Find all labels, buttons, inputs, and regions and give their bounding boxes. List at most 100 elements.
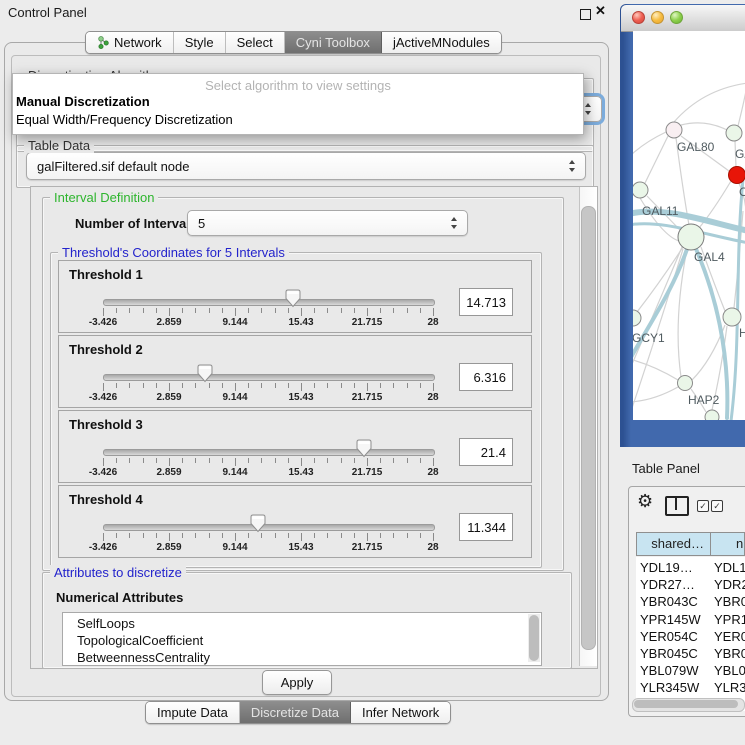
table-row[interactable]: YDR27…YDR2 — [636, 576, 745, 593]
horizontal-scrollbar[interactable] — [632, 698, 745, 712]
slider-tick — [367, 533, 368, 541]
threshold-value-field[interactable]: 6.316 — [459, 363, 513, 391]
table-cell: YBL079W — [640, 663, 699, 678]
attribute-list-item[interactable]: SelfLoops — [77, 616, 135, 633]
slider-tick — [433, 383, 434, 391]
table-row[interactable]: YPR145WYPR1 — [636, 611, 745, 628]
checkbox-icon[interactable]: ✓ — [711, 500, 723, 512]
tab-impute-data[interactable]: Impute Data — [146, 702, 240, 723]
slider-track[interactable] — [103, 524, 435, 531]
table-row[interactable]: YLR345WYLR3 — [636, 679, 745, 696]
network-canvas[interactable]: GAL80GACGAL11GAL4GCY1HHAP2 — [633, 31, 745, 420]
attribute-list-item[interactable]: BetweennessCentrality — [77, 650, 210, 666]
num-intervals-combobox[interactable]: 5 — [187, 210, 468, 236]
algorithm-popup-item[interactable]: Equal Width/Frequency Discretization — [16, 112, 233, 127]
network-node-label: H — [739, 326, 745, 340]
table-row[interactable]: YBR043CYBR0 — [636, 593, 745, 610]
slider-tick — [116, 533, 117, 538]
table-cell: YDL1 — [714, 560, 745, 575]
horizontal-scrollbar-thumb[interactable] — [634, 700, 738, 708]
table-column-header[interactable]: shared… — [636, 532, 711, 556]
slider-tick-label: 2.859 — [156, 392, 181, 403]
slider-tick — [288, 383, 289, 388]
network-node[interactable] — [729, 167, 745, 184]
slider-tick — [407, 383, 408, 388]
combo-spinner-icon — [451, 217, 458, 229]
network-edge — [681, 123, 727, 130]
slider-track[interactable] — [103, 299, 435, 306]
vertical-scrollbar-thumb[interactable] — [581, 206, 596, 650]
network-node[interactable] — [726, 125, 742, 141]
slider-tick-label: -3.426 — [89, 542, 117, 553]
slider-tick — [169, 383, 170, 391]
table-column-header[interactable]: n — [710, 532, 745, 556]
threshold-value-field[interactable]: 21.4 — [459, 438, 513, 466]
table-row[interactable]: YBL079WYBL0 — [636, 662, 745, 679]
tab-network[interactable]: Network — [86, 32, 174, 53]
slider-tick — [367, 383, 368, 391]
tab-discretize-data[interactable]: Discretize Data — [240, 702, 351, 723]
traffic-light-zoom-icon[interactable] — [670, 11, 683, 24]
slider-tick — [195, 533, 196, 538]
table-data-combobox[interactable]: galFiltered.sif default node — [26, 152, 586, 180]
tab-jactivemnodules[interactable]: jActiveMNodules — [382, 32, 501, 53]
tab-label: Infer Network — [362, 705, 439, 720]
slider-tick — [182, 308, 183, 313]
network-edge-highlighted — [731, 179, 743, 420]
threshold-value-field[interactable]: 11.344 — [459, 513, 513, 541]
slider-track[interactable] — [103, 374, 435, 381]
slider-track[interactable] — [103, 449, 435, 456]
slider-tick — [367, 308, 368, 316]
threshold-value-field[interactable]: 14.713 — [459, 288, 513, 316]
tab-cyni-toolbox[interactable]: Cyni Toolbox — [285, 32, 382, 53]
network-node[interactable] — [633, 310, 641, 326]
network-node[interactable] — [678, 224, 704, 250]
slider-thumb[interactable] — [250, 514, 266, 533]
slider-thumb[interactable] — [285, 289, 301, 308]
tab-select[interactable]: Select — [226, 32, 285, 53]
table-row[interactable]: YER054CYER0 — [636, 628, 745, 645]
table-cell: YBR045C — [640, 646, 698, 661]
network-node[interactable] — [723, 308, 741, 326]
slider-tick-label: 2.859 — [156, 542, 181, 553]
slider-tick — [393, 533, 394, 538]
slider-tick — [143, 533, 144, 538]
table-row[interactable]: YDL19…YDL1 — [636, 559, 745, 576]
table-row[interactable]: YBR045CYBR0 — [636, 645, 745, 662]
apply-button[interactable]: Apply — [262, 670, 332, 695]
gear-icon[interactable]: ⚙ — [637, 491, 653, 512]
slider-tick — [222, 308, 223, 313]
network-node[interactable] — [678, 376, 693, 391]
network-node-label: C — [739, 185, 745, 199]
tab-infer-network[interactable]: Infer Network — [351, 702, 450, 723]
slider-thumb[interactable] — [356, 439, 372, 458]
threshold-label: Threshold 2 — [69, 342, 143, 357]
float-window-icon[interactable] — [580, 9, 591, 20]
slider-tick-label: 28 — [427, 542, 438, 553]
close-icon[interactable]: ✕ — [595, 3, 606, 19]
network-node[interactable] — [666, 122, 682, 138]
traffic-light-minimize-icon[interactable] — [651, 11, 664, 24]
table-data-combobox-value: galFiltered.sif default node — [37, 159, 189, 174]
slider-tick — [195, 383, 196, 388]
slider-tick-label: 21.715 — [352, 467, 383, 478]
network-node[interactable] — [705, 410, 719, 420]
slider-thumb[interactable] — [197, 364, 213, 383]
slider-tick — [248, 383, 249, 388]
tab-style[interactable]: Style — [174, 32, 226, 53]
traffic-light-close-icon[interactable] — [632, 11, 645, 24]
list-scrollbar-thumb[interactable] — [529, 615, 539, 661]
split-view-icon[interactable] — [665, 496, 689, 516]
checkbox-icon[interactable]: ✓ — [697, 500, 709, 512]
slider-tick — [209, 383, 210, 388]
numerical-attributes-label: Numerical Attributes — [56, 590, 183, 605]
algorithm-popup-item[interactable]: Manual Discretization — [16, 94, 150, 109]
list-scrollbar[interactable] — [528, 614, 540, 662]
slider-tick — [420, 458, 421, 463]
network-node[interactable] — [633, 182, 648, 198]
attribute-list-item[interactable]: TopologicalCoefficient — [77, 633, 203, 650]
slider-tick — [327, 308, 328, 313]
slider-tick — [169, 458, 170, 466]
slider-tick — [367, 458, 368, 466]
slider-tick — [182, 458, 183, 463]
